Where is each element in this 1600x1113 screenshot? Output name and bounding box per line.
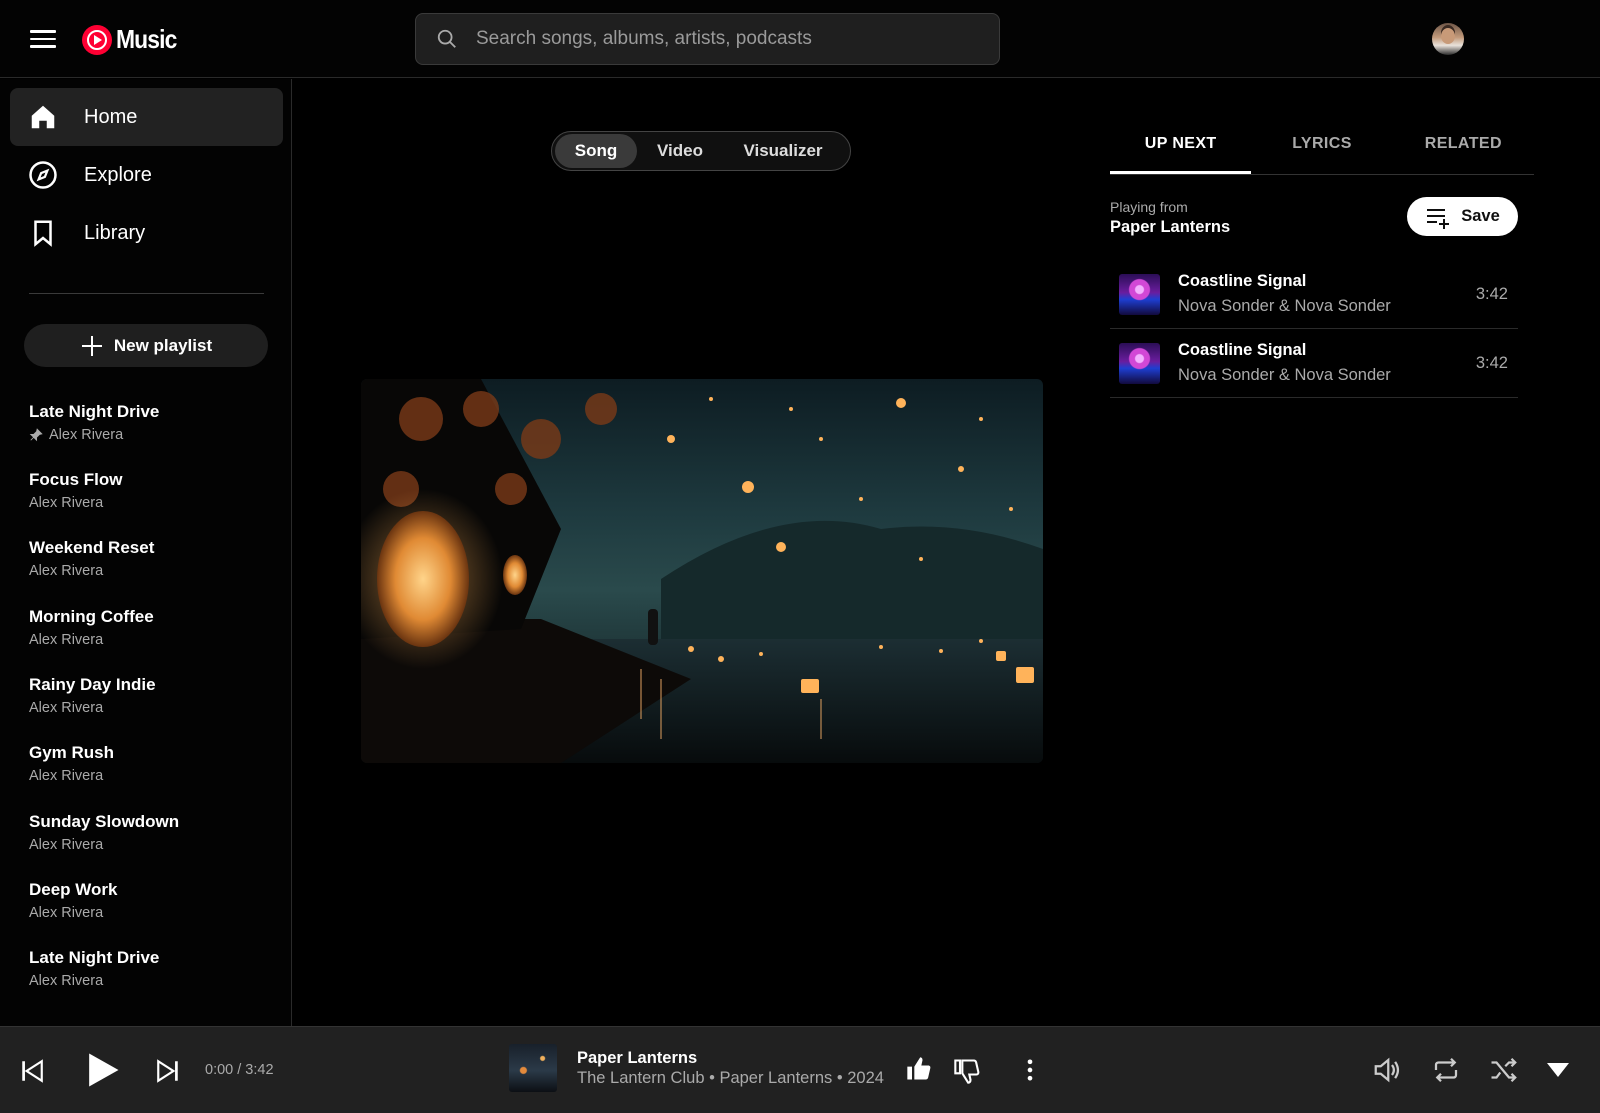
playing-from: Playing from Paper Lanterns bbox=[1110, 199, 1230, 237]
playlist-item[interactable]: Sunday Slowdown Alex Rivera bbox=[29, 812, 269, 853]
next-icon[interactable] bbox=[155, 1058, 181, 1084]
toggle-video[interactable]: Video bbox=[637, 134, 723, 168]
search-icon bbox=[437, 29, 456, 48]
playlist-item[interactable]: Gym Rush Alex Rivera bbox=[29, 743, 269, 784]
playlist-title: Focus Flow bbox=[29, 470, 123, 489]
album-artwork bbox=[361, 379, 1043, 763]
compass-icon bbox=[29, 161, 57, 189]
music-logo-icon bbox=[82, 24, 112, 55]
playlist-owner: Alex Rivera bbox=[29, 495, 104, 511]
playing-from-value[interactable]: Paper Lanterns bbox=[1110, 218, 1230, 237]
queue-item-artist: Nova Sonder & Nova Sonder bbox=[1178, 297, 1391, 315]
playlist-title: Deep Work bbox=[29, 880, 118, 899]
main-content: Song Video Visualizer UP NEXT LYRICS REL… bbox=[293, 79, 1600, 1026]
sidebar-divider bbox=[29, 293, 264, 294]
queue-item-thumbnail bbox=[1119, 273, 1160, 315]
bookmark-icon bbox=[34, 220, 52, 247]
queue-item-thumbnail bbox=[1119, 342, 1160, 384]
tab-related[interactable]: RELATED bbox=[1393, 131, 1534, 174]
queue-item[interactable]: Coastline Signal Nova Sonder & Nova Sond… bbox=[1110, 329, 1518, 398]
app-name: Music bbox=[116, 24, 177, 54]
playlist-owner: Alex Rivera bbox=[29, 837, 104, 853]
playlist-item[interactable]: Weekend Reset Alex Rivera bbox=[29, 538, 269, 579]
repeat-icon[interactable] bbox=[1431, 1055, 1461, 1085]
playlist-item[interactable]: Late Night Drive Alex Rivera bbox=[29, 948, 269, 989]
search-input[interactable] bbox=[476, 28, 956, 50]
app-logo[interactable]: Music bbox=[82, 24, 185, 55]
pin-icon bbox=[29, 428, 43, 442]
playing-from-label: Playing from bbox=[1110, 199, 1188, 215]
new-playlist-button[interactable]: New playlist bbox=[24, 324, 268, 367]
toggle-visualizer[interactable]: Visualizer bbox=[723, 134, 843, 168]
save-label: Save bbox=[1461, 207, 1500, 225]
playlist-item[interactable]: Focus Flow Alex Rivera bbox=[29, 470, 269, 511]
sidebar-item-label: Library bbox=[84, 221, 146, 244]
song-video-toggle: Song Video Visualizer bbox=[551, 131, 851, 171]
search-bar[interactable] bbox=[415, 13, 1000, 65]
thumbs-down-icon[interactable] bbox=[953, 1057, 981, 1085]
player-bar: 0:00 / 3:42 Paper Lanterns The Lantern C… bbox=[0, 1026, 1600, 1113]
playlist-title: Gym Rush bbox=[29, 743, 115, 762]
queue-item-artist: Nova Sonder & Nova Sonder bbox=[1178, 366, 1391, 384]
playlist-owner: Alex Rivera bbox=[29, 632, 104, 648]
save-button[interactable]: Save bbox=[1407, 197, 1518, 236]
playback-time: 0:00 / 3:42 bbox=[205, 1062, 274, 1078]
sidebar: Home Explore Library New playlist Late N… bbox=[0, 79, 292, 1026]
now-playing-subtitle[interactable]: The Lantern Club • Paper Lanterns • 2024 bbox=[577, 1069, 884, 1088]
top-bar: Music bbox=[0, 0, 1600, 78]
playlist-owner: Alex Rivera bbox=[29, 700, 104, 716]
queue-item-duration: 3:42 bbox=[1475, 353, 1508, 372]
more-options-icon[interactable] bbox=[1016, 1056, 1044, 1084]
playlist-title: Late Night Drive bbox=[29, 948, 160, 967]
playlist-owner: Alex Rivera bbox=[49, 427, 124, 443]
plus-icon bbox=[81, 335, 102, 356]
sidebar-item-home[interactable]: Home bbox=[10, 88, 283, 146]
tab-lyrics[interactable]: LYRICS bbox=[1251, 131, 1392, 174]
tab-up-next[interactable]: UP NEXT bbox=[1110, 131, 1252, 174]
now-playing-thumbnail[interactable] bbox=[509, 1044, 557, 1092]
playlist-owner: Alex Rivera bbox=[29, 768, 104, 784]
playlist-item[interactable]: Deep Work Alex Rivera bbox=[29, 880, 269, 921]
queue-item-title: Coastline Signal bbox=[1178, 272, 1307, 290]
home-icon bbox=[31, 105, 55, 129]
playlist-owner-row: Alex Rivera bbox=[29, 427, 269, 443]
queue-tabs: UP NEXT LYRICS RELATED bbox=[1110, 131, 1534, 175]
playlist-owner: Alex Rivera bbox=[29, 905, 104, 921]
playlist-title: Rainy Day Indie bbox=[29, 675, 156, 694]
playlist-item[interactable]: Morning Coffee Alex Rivera bbox=[29, 607, 269, 648]
playlist-item[interactable]: Late Night Drive Alex Rivera bbox=[29, 402, 269, 443]
queue-item-title: Coastline Signal bbox=[1178, 341, 1307, 359]
playlist-title: Morning Coffee bbox=[29, 607, 154, 626]
playlist-owner: Alex Rivera bbox=[29, 563, 104, 579]
playlist-title: Sunday Slowdown bbox=[29, 812, 180, 831]
queue-item[interactable]: Coastline Signal Nova Sonder & Nova Sond… bbox=[1110, 260, 1518, 329]
sidebar-item-library[interactable]: Library bbox=[10, 204, 283, 262]
playlist-item[interactable]: Rainy Day Indie Alex Rivera bbox=[29, 675, 269, 716]
previous-icon[interactable] bbox=[19, 1058, 45, 1084]
avatar[interactable] bbox=[1432, 23, 1464, 55]
playlist-title: Weekend Reset bbox=[29, 538, 155, 557]
playlist-title: Late Night Drive bbox=[29, 402, 160, 421]
play-icon[interactable] bbox=[80, 1048, 124, 1092]
queue-item-duration: 3:42 bbox=[1475, 284, 1508, 303]
sidebar-item-label: Explore bbox=[84, 163, 152, 186]
collapse-player-icon[interactable] bbox=[1545, 1061, 1571, 1079]
new-playlist-label: New playlist bbox=[113, 335, 213, 355]
sidebar-item-label: Home bbox=[84, 105, 138, 128]
sidebar-item-explore[interactable]: Explore bbox=[10, 146, 283, 204]
playlist-owner: Alex Rivera bbox=[29, 973, 104, 989]
volume-icon[interactable] bbox=[1372, 1055, 1402, 1085]
menu-icon[interactable] bbox=[30, 26, 56, 52]
shuffle-icon[interactable] bbox=[1489, 1055, 1519, 1085]
thumbs-up-icon[interactable] bbox=[905, 1055, 933, 1083]
playlist-add-icon bbox=[1427, 208, 1450, 229]
toggle-song[interactable]: Song bbox=[555, 134, 637, 168]
now-playing-title[interactable]: Paper Lanterns bbox=[577, 1049, 697, 1068]
